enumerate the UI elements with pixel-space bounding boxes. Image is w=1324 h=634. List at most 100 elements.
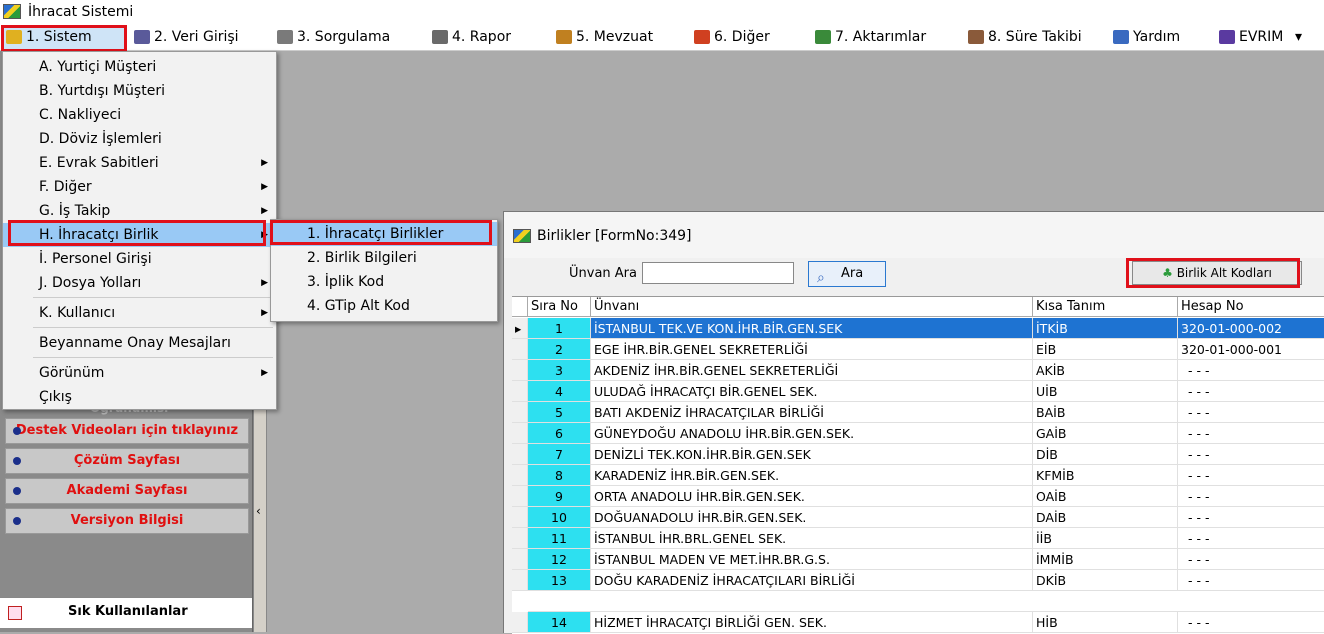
- cell-kisa-tanim: GAİB: [1033, 423, 1178, 444]
- table-row[interactable]: 12 İSTANBUL MADEN VE MET.İHR.BR.G.S. İMM…: [512, 549, 1324, 570]
- column-header-hesap-no[interactable]: Hesap No: [1178, 297, 1324, 317]
- cell-hesap-no: - - -: [1178, 444, 1324, 465]
- cell-kisa-tanim: AKİB: [1033, 360, 1178, 381]
- menu-sistem[interactable]: 1. Sistem: [2, 25, 126, 50]
- menu-item-label: J. Dosya Yolları: [39, 275, 142, 291]
- query-icon: [277, 30, 293, 44]
- menu-separator: [33, 327, 273, 328]
- menu-item-diger[interactable]: F. Diğer ▶: [3, 175, 276, 199]
- search-button[interactable]: ⌕ Ara: [808, 261, 886, 287]
- menu-sorgulama[interactable]: 3. Sorgulama: [277, 25, 390, 50]
- row-indicator: [512, 465, 528, 486]
- menu-label: 5. Mevzuat: [576, 29, 654, 45]
- table-row[interactable]: ▸ 1 İSTANBUL TEK.VE KON.İHR.BİR.GEN.SEK …: [512, 318, 1324, 339]
- menu-item-ihracatci-birlik[interactable]: H. İhracatçı Birlik ▶: [3, 223, 276, 247]
- books-icon: [556, 30, 572, 44]
- support-videos-button[interactable]: Destek Videoları için tıklayınız: [5, 418, 249, 444]
- cell-unvan: DOĞU KARADENİZ İHRACATÇILARI BİRLİĞİ: [591, 570, 1033, 591]
- solution-page-button[interactable]: Çözüm Sayfası: [5, 448, 249, 474]
- column-header-kisa-tanim[interactable]: Kısa Tanım: [1033, 297, 1178, 317]
- menu-label: 1. Sistem: [26, 29, 92, 45]
- table-row[interactable]: 9 ORTA ANADOLU İHR.BİR.GEN.SEK. OAİB - -…: [512, 486, 1324, 507]
- version-info-button[interactable]: Versiyon Bilgisi: [5, 508, 249, 534]
- table-row[interactable]: 10 DOĞUANADOLU İHR.BİR.GEN.SEK. DAİB - -…: [512, 507, 1324, 528]
- menu-item-personel-girisi[interactable]: İ. Personel Girişi: [3, 247, 276, 271]
- cell-unvan: HİZMET İHRACATÇI BİRLİĞİ GEN. SEK.: [591, 612, 1033, 633]
- submenu-arrow-icon: ▶: [261, 206, 268, 216]
- table-row[interactable]: 13 DOĞU KARADENİZ İHRACATÇILARI BİRLİĞİ …: [512, 570, 1324, 591]
- submenu-item-ihracatci-birlikler[interactable]: 1. İhracatçı Birlikler: [271, 222, 497, 246]
- submenu-arrow-icon: ▶: [261, 158, 268, 168]
- cell-unvan: ULUDAĞ İHRACATÇI BİR.GENEL SEK.: [591, 381, 1033, 402]
- menu-label: 8. Süre Takibi: [988, 29, 1082, 45]
- table-row[interactable]: 4 ULUDAĞ İHRACATÇI BİR.GENEL SEK. UİB - …: [512, 381, 1324, 402]
- menu-item-dosya-yollari[interactable]: J. Dosya Yolları ▶: [3, 271, 276, 295]
- cell-hesap-no: - - -: [1178, 423, 1324, 444]
- cell-kisa-tanim: UİB: [1033, 381, 1178, 402]
- form-logo-icon: [513, 229, 531, 243]
- menu-label: 2. Veri Girişi: [154, 29, 239, 45]
- table-row[interactable]: 3 AKDENİZ İHR.BİR.GENEL SEKRETERLİĞİ AKİ…: [512, 360, 1324, 381]
- table-row[interactable]: 8 KARADENİZ İHR.BİR.GEN.SEK. KFMİB - - -: [512, 465, 1324, 486]
- menu-label: 3. Sorgulama: [297, 29, 391, 45]
- menu-item-beyanname-onay[interactable]: Beyanname Onay Mesajları: [3, 331, 276, 355]
- cell-sira-no: 4: [528, 381, 591, 402]
- menu-veri-girisi[interactable]: 2. Veri Girişi: [134, 25, 239, 50]
- academy-page-button[interactable]: Akademi Sayfası: [5, 478, 249, 504]
- search-input[interactable]: [642, 262, 794, 284]
- menu-item-evrak-sabitleri[interactable]: E. Evrak Sabitleri ▶: [3, 151, 276, 175]
- birlik-alt-codes-button[interactable]: ♣ Birlik Alt Kodları: [1132, 261, 1302, 285]
- table-row[interactable]: 5 BATI AKDENİZ İHRACATÇILAR BİRLİĞİ BAİB…: [512, 402, 1324, 423]
- column-header-sira-no[interactable]: Sıra No: [528, 297, 591, 317]
- menu-item-gorunum[interactable]: Görünüm ▶: [3, 361, 276, 385]
- menu-diger[interactable]: 6. Diğer: [694, 25, 770, 50]
- table-row[interactable]: 2 EGE İHR.BİR.GENEL SEKRETERLİĞİ EİB 320…: [512, 339, 1324, 360]
- bullet-icon: [13, 457, 21, 465]
- tree-icon: ♣: [1162, 266, 1173, 280]
- submenu-arrow-icon: ▶: [261, 230, 268, 240]
- submenu-item-iplik-kod[interactable]: 3. İplik Kod: [271, 270, 497, 294]
- menu-item-label: 1. İhracatçı Birlikler: [307, 226, 444, 242]
- submenu-item-birlik-bilgileri[interactable]: 2. Birlik Bilgileri: [271, 246, 497, 270]
- menu-item-kullanici[interactable]: K. Kullanıcı ▶: [3, 301, 276, 325]
- more-icon[interactable]: ▾: [1295, 25, 1302, 50]
- menu-item-label: Çıkış: [39, 389, 72, 405]
- menu-item-label: A. Yurtiçi Müşteri: [39, 59, 157, 75]
- menu-item-cikis[interactable]: Çıkış: [3, 385, 276, 409]
- submenu-item-gtip-alt-kod[interactable]: 4. GTip Alt Kod: [271, 294, 497, 318]
- menu-item-doviz-islemleri[interactable]: D. Döviz İşlemleri: [3, 127, 276, 151]
- menu-item-nakliyeci[interactable]: C. Nakliyeci: [3, 103, 276, 127]
- menu-mevzuat[interactable]: 5. Mevzuat: [556, 25, 653, 50]
- cell-sira-no: 10: [528, 507, 591, 528]
- indicator-header: [512, 297, 528, 317]
- menu-item-yurtici-musteri[interactable]: A. Yurtiçi Müşteri: [3, 55, 276, 79]
- menu-aktarimlar[interactable]: 7. Aktarımlar: [815, 25, 926, 50]
- edit-icon: [134, 30, 150, 44]
- checklist-icon: [8, 606, 22, 620]
- menu-item-yurtdisi-musteri[interactable]: B. Yurtdışı Müşteri: [3, 79, 276, 103]
- cell-unvan: DOĞUANADOLU İHR.BİR.GEN.SEK.: [591, 507, 1033, 528]
- bullet-icon: [13, 517, 21, 525]
- cell-kisa-tanim: EİB: [1033, 339, 1178, 360]
- table-row[interactable]: 6 GÜNEYDOĞU ANADOLU İHR.BİR.GEN.SEK. GAİ…: [512, 423, 1324, 444]
- menu-yardim[interactable]: Yardım: [1113, 25, 1180, 50]
- table-row[interactable]: 14 HİZMET İHRACATÇI BİRLİĞİ GEN. SEK. Hİ…: [512, 612, 1324, 633]
- cell-hesap-no: - - -: [1178, 465, 1324, 486]
- cell-hesap-no: - - -: [1178, 612, 1324, 633]
- table-row[interactable]: 7 DENİZLİ TEK.KON.İHR.BİR.GEN.SEK DİB - …: [512, 444, 1324, 465]
- menu-label: 7. Aktarımlar: [835, 29, 927, 45]
- column-header-unvan[interactable]: Ünvanı: [591, 297, 1033, 317]
- evrim-icon: [1219, 30, 1235, 44]
- collapse-arrow-icon[interactable]: ‹: [256, 504, 261, 518]
- cell-hesap-no: 320-01-000-002: [1178, 318, 1324, 339]
- menu-evrim[interactable]: EVRIM: [1219, 25, 1283, 50]
- cell-kisa-tanim: DİB: [1033, 444, 1178, 465]
- menu-item-is-takip[interactable]: G. İş Takip ▶: [3, 199, 276, 223]
- cell-sira-no: 13: [528, 570, 591, 591]
- cell-sira-no: 12: [528, 549, 591, 570]
- menu-rapor[interactable]: 4. Rapor: [432, 25, 511, 50]
- cell-unvan: GÜNEYDOĞU ANADOLU İHR.BİR.GEN.SEK.: [591, 423, 1033, 444]
- frequently-used-header[interactable]: Sık Kullanılanlar: [0, 597, 252, 628]
- table-row[interactable]: 11 İSTANBUL İHR.BRL.GENEL SEK. İİB - - -: [512, 528, 1324, 549]
- menu-sure-takibi[interactable]: 8. Süre Takibi: [968, 25, 1082, 50]
